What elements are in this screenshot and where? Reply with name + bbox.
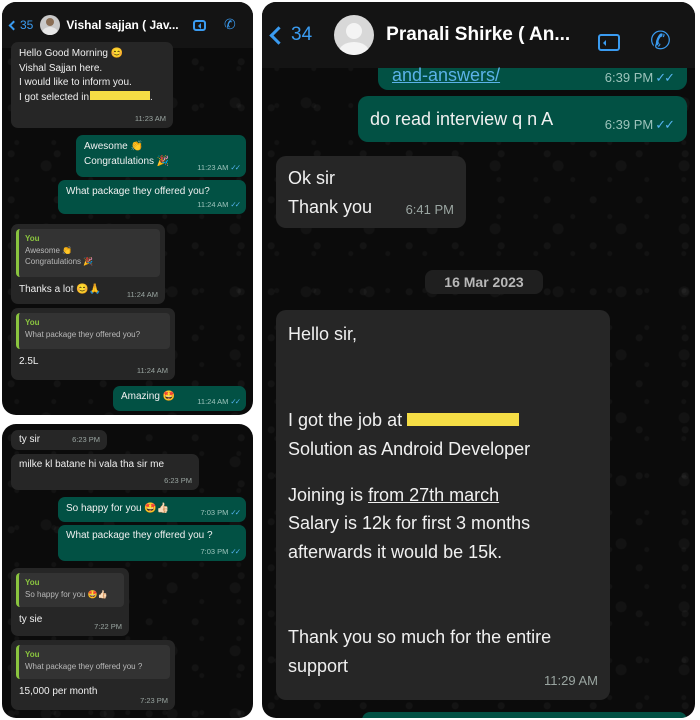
quoted-message[interactable]: You So happy for you 🤩👍🏻 [16,573,124,607]
message-line: afterwards it would be 15k. [288,542,503,563]
message-text: What package they offered you? [66,186,210,197]
back-unread-count[interactable]: 35 [20,18,33,32]
message-bubble-incoming: Hello sir, I got the job at Solution as … [276,310,610,700]
message-bubble-incoming: Ok sir Thank you 6:41 PM [276,156,466,228]
quoted-message[interactable]: You What package they offered you? [16,313,170,349]
message-time: 11:24 AM ✓✓ [197,397,241,407]
message-bubble-outgoing: and-answers/ 6:39 PM ✓✓ [378,65,687,90]
back-unread-count[interactable]: 34 [291,24,312,46]
quoted-text: What package they offered you ? [25,661,143,671]
message-line: Vishal Sajjan here. [19,62,103,74]
chat-screenshot-second: ty sir 6:23 PM milke kl batane hi vala t… [2,424,253,718]
double-check-icon: ✓✓ [230,200,240,210]
message-line: Awesome 👏 [84,141,143,152]
date-divider: 16 Mar 2023 [425,270,543,294]
video-call-icon[interactable] [193,20,206,31]
message-line: Hello Good Morning 😊 [19,48,124,59]
quoted-message[interactable]: You What package they offered you ? [16,645,170,679]
back-chevron-icon[interactable] [269,25,288,45]
message-line: I would like to inform you. [19,77,132,88]
next-message-edge [362,712,687,718]
double-check-icon: ✓✓ [655,117,675,133]
contact-name[interactable]: Pranali Shirke ( An... [386,24,581,46]
message-text: Solution as Android Developer [288,438,531,459]
message-time: 7:03 PM ✓✓ [200,547,240,557]
phone-icon[interactable]: ✆ [650,26,671,56]
message-bubble-incoming-reply: You What package they offered you ? 15,0… [11,640,175,710]
message-bubble-outgoing: Awesome 👏 Congratulations 🎉 11:23 AM ✓✓ [76,135,246,177]
link-text[interactable]: and-answers/ [392,62,500,88]
message-time: 6:39 PM ✓✓ [604,70,675,86]
message-bubble-incoming: milke kl batane hi vala tha sir me 6:23 … [11,454,199,490]
quoted-author: You [25,650,40,659]
message-time: 7:22 PM [94,622,122,632]
message-bubble-outgoing: What package they offered you? 11:24 AM ✓… [58,180,246,214]
message-greeting: Hello sir, [288,324,358,344]
message-bubble-incoming-reply: You So happy for you 🤩👍🏻 ty sie 7:22 PM [11,568,129,636]
message-time: 11:24 AM [126,290,158,300]
phone-icon[interactable]: ✆ [224,16,236,33]
message-bubble-outgoing: Amazing 🤩 11:24 AM ✓✓ [113,386,246,411]
message-line: Ok sir [288,168,335,188]
message-bubble-incoming-reply: You What package they offered you? 2.5L … [11,308,175,380]
contact-avatar[interactable] [334,15,375,55]
message-time: 11:29 AM [544,673,598,689]
message-time: 6:23 PM [164,476,192,486]
back-chevron-icon[interactable] [8,20,19,31]
message-bubble-outgoing: What package they offered you ? 7:03 PM ✓… [58,525,246,561]
message-time: 7:23 PM [140,696,168,706]
double-check-icon: ✓✓ [230,547,240,557]
quoted-author: You [25,318,40,327]
message-bubble-incoming: Hello Good Morning 😊 Vishal Sajjan here.… [11,42,173,128]
quoted-text: What package they offered you? [25,329,141,339]
message-text: What package they offered you ? [66,530,213,541]
message-line: Salary is 12k for first 3 months [288,513,531,534]
quoted-text: Awesome 👏 [25,245,73,255]
chat-screenshot-pranali: 34 Pranali Shirke ( An... ✆ and-answers/… [262,2,695,718]
chat-screenshot-vishal: 35 Vishal sajjan ( Jav... ✆ Hello Good M… [2,2,253,415]
double-check-icon: ✓✓ [230,163,240,173]
message-time: 6:41 PM [405,202,454,218]
message-time: 6:23 PM [72,435,100,445]
redaction-highlight [407,413,520,426]
quoted-author: You [25,234,40,243]
video-call-icon[interactable] [598,34,620,51]
message-text: I got the job at [288,410,403,430]
quoted-text: Congratulations 🎉 [25,257,94,267]
message-time: 6:39 PM ✓✓ [604,117,675,133]
double-check-icon: ✓✓ [230,508,240,518]
joining-date-text: from 27th march [368,484,500,505]
message-bubble-outgoing: do read interview q n A 6:39 PM ✓✓ [358,96,687,142]
quoted-message[interactable]: You Awesome 👏 Congratulations 🎉 [16,229,160,277]
double-check-icon: ✓✓ [230,397,240,407]
redaction-highlight [90,90,151,100]
quoted-author: You [25,578,40,587]
chat-header: 34 Pranali Shirke ( An... ✆ [262,2,695,68]
message-bubble-incoming-reply: You Awesome 👏 Congratulations 🎉 Thanks a… [11,224,165,304]
message-time: 11:23 AM ✓✓ [197,163,241,173]
contact-avatar[interactable] [40,15,61,35]
message-bubble-outgoing: So happy for you 🤩👍🏻 7:03 PM ✓✓ [58,497,246,522]
message-text: Joining is [288,484,364,505]
message-line: I got selected in [19,91,90,103]
message-text: milke kl batane hi vala tha sir me [19,459,165,470]
contact-name[interactable]: Vishal sajjan ( Jav... [66,18,196,32]
message-time: 11:24 AM [136,366,168,376]
message-line: Thank you so much for the entire [288,626,552,647]
message-time: 11:24 AM ✓✓ [197,200,241,210]
message-bubble-incoming: ty sir 6:23 PM [11,430,107,450]
quoted-text: So happy for you 🤩👍🏻 [25,589,108,599]
message-time: 7:03 PM ✓✓ [200,508,240,518]
double-check-icon: ✓✓ [655,70,675,86]
message-time: 11:23 AM [134,114,166,124]
